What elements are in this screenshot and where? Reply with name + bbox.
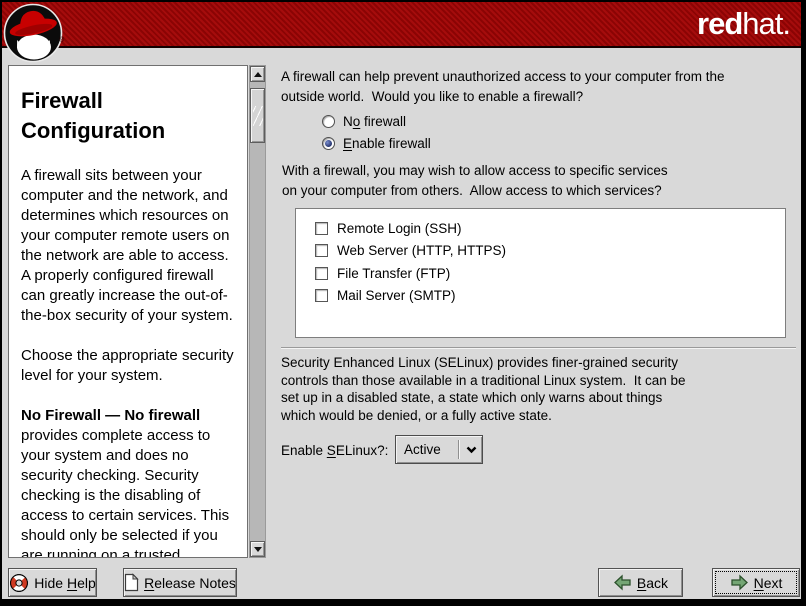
arrow-right-icon	[730, 574, 749, 591]
checkbox-ssh[interactable]	[315, 222, 328, 235]
help-no-firewall-term: No Firewall — No firewall	[21, 407, 200, 424]
brand-hat: hat.	[742, 6, 790, 41]
header-banner	[2, 2, 801, 48]
radio-no-firewall[interactable]: No firewall	[322, 112, 406, 130]
triangle-down-icon	[254, 547, 262, 552]
document-icon	[124, 573, 139, 592]
selinux-dropdown-value: Active	[396, 442, 458, 457]
section-separator	[281, 347, 796, 348]
life-preserver-icon	[9, 573, 29, 593]
back-button[interactable]: Back	[598, 568, 683, 597]
next-label: Next	[754, 575, 783, 591]
checkbox-ftp[interactable]	[315, 267, 328, 280]
help-scrollbar[interactable]	[249, 65, 266, 558]
next-button[interactable]: Next	[712, 568, 800, 597]
help-title: Firewall Configuration	[21, 86, 241, 146]
arrow-left-icon	[613, 574, 632, 591]
thumb-grip-icon	[253, 106, 263, 126]
installer-window: ® redhat. Firewall Configuration A firew…	[0, 0, 806, 606]
checkbox-http[interactable]	[315, 244, 328, 257]
hide-help-button[interactable]: Hide Help	[8, 568, 97, 597]
checkbox-smtp[interactable]	[315, 289, 328, 302]
checkbox-row-http[interactable]: Web Server (HTTP, HTTPS)	[315, 240, 785, 263]
help-panel: Firewall Configuration A firewall sits b…	[8, 65, 248, 558]
chevron-down-icon	[460, 446, 482, 454]
release-notes-button[interactable]: Release Notes	[123, 568, 237, 597]
help-no-firewall-text: provides complete access to your system …	[21, 427, 229, 558]
back-label: Back	[637, 575, 668, 591]
brand-red: red	[697, 6, 742, 41]
help-paragraph-3: No Firewall — No firewall provides compl…	[21, 406, 241, 558]
release-notes-label: Release Notes	[144, 575, 236, 591]
selinux-description: Security Enhanced Linux (SELinux) provid…	[281, 354, 685, 424]
services-intro-text: With a firewall, you may wish to allow a…	[282, 161, 668, 201]
checkbox-http-label[interactable]: Web Server (HTTP, HTTPS)	[337, 243, 506, 258]
radio-enable-firewall-label[interactable]: Enable firewall	[343, 136, 431, 151]
checkbox-row-ftp[interactable]: File Transfer (FTP)	[315, 262, 785, 285]
hide-help-label: Hide Help	[34, 575, 96, 591]
window-body: ® redhat. Firewall Configuration A firew…	[2, 2, 801, 599]
checkbox-ftp-label[interactable]: File Transfer (FTP)	[337, 266, 450, 281]
radio-no-firewall-label[interactable]: No firewall	[343, 114, 406, 129]
radio-indicator[interactable]	[322, 137, 335, 150]
radio-indicator[interactable]	[322, 115, 335, 128]
checkbox-smtp-label[interactable]: Mail Server (SMTP)	[337, 288, 456, 303]
triangle-up-icon	[254, 72, 262, 77]
scroll-down-button[interactable]	[250, 541, 265, 557]
checkbox-row-ssh[interactable]: Remote Login (SSH)	[315, 217, 785, 240]
redhat-wordmark: redhat.	[697, 6, 790, 42]
trademark-symbol: ®	[59, 37, 64, 44]
radio-enable-firewall[interactable]: Enable firewall	[322, 134, 431, 152]
services-list: Remote Login (SSH) Web Server (HTTP, HTT…	[295, 208, 786, 338]
scroll-up-button[interactable]	[250, 66, 265, 82]
help-paragraph-2: Choose the appropriate security level fo…	[21, 346, 241, 386]
selinux-label: Enable SELinux?:	[281, 443, 388, 458]
firewall-question-text: A firewall can help prevent unauthorized…	[281, 67, 724, 107]
checkbox-ssh-label[interactable]: Remote Login (SSH)	[337, 221, 462, 236]
selinux-dropdown[interactable]: Active	[395, 435, 483, 464]
checkbox-row-smtp[interactable]: Mail Server (SMTP)	[315, 285, 785, 308]
help-paragraph-1: A firewall sits between your computer an…	[21, 166, 241, 326]
scrollbar-thumb[interactable]	[250, 88, 265, 143]
redhat-shadowman-icon	[3, 2, 65, 64]
